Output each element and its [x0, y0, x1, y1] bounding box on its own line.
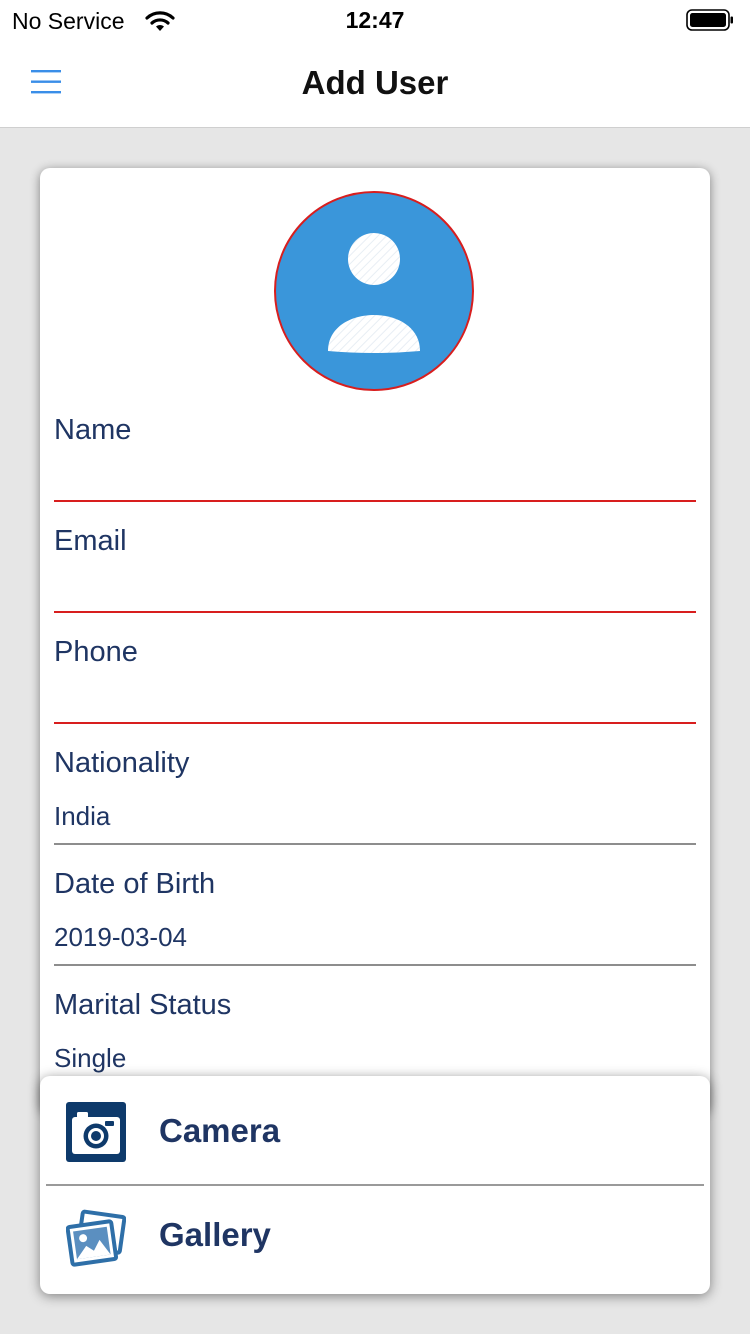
- status-bar: No Service 12:47: [0, 0, 750, 40]
- name-label: Name: [54, 414, 132, 446]
- marital-status-label: Marital Status: [54, 989, 232, 1021]
- marital-status-field[interactable]: Marital Status Single: [54, 989, 696, 1089]
- camera-icon: [66, 1102, 126, 1162]
- camera-label: Camera: [159, 1112, 281, 1149]
- nationality-field[interactable]: Nationality India: [54, 747, 696, 847]
- email-label: Email: [54, 525, 127, 557]
- date-of-birth-label: Date of Birth: [54, 868, 216, 900]
- phone-field: Phone: [54, 636, 696, 726]
- nav-bar: Add User: [0, 40, 750, 128]
- phone-label: Phone: [54, 636, 138, 668]
- gallery-option[interactable]: Gallery: [40, 1186, 710, 1294]
- nationality-value[interactable]: India: [54, 801, 110, 832]
- battery-icon: [686, 9, 733, 31]
- image-source-picker: Camera Gallery: [40, 1076, 710, 1294]
- nationality-label: Nationality: [54, 747, 190, 779]
- gallery-label: Gallery: [159, 1216, 271, 1253]
- email-underline: [54, 611, 696, 613]
- date-of-birth-underline: [54, 964, 696, 966]
- name-field: Name: [54, 414, 696, 504]
- phone-underline: [54, 722, 696, 724]
- email-field: Email: [54, 525, 696, 615]
- avatar-picker[interactable]: [274, 191, 474, 391]
- nationality-underline: [54, 843, 696, 845]
- camera-option[interactable]: Camera: [40, 1076, 710, 1184]
- date-of-birth-field[interactable]: Date of Birth 2019-03-04: [54, 868, 696, 968]
- marital-status-value[interactable]: Single: [54, 1043, 126, 1074]
- user-silhouette-icon: [328, 233, 420, 353]
- status-time: 12:47: [345, 7, 405, 33]
- add-user-form-card: Name Email Phone Nationality India Date …: [40, 168, 710, 1113]
- name-underline: [54, 500, 696, 502]
- name-input[interactable]: [54, 464, 696, 500]
- date-of-birth-value[interactable]: 2019-03-04: [54, 922, 187, 953]
- page-title: Add User: [301, 64, 449, 101]
- email-input[interactable]: [54, 575, 696, 611]
- phone-input[interactable]: [54, 686, 696, 722]
- gallery-icon: [66, 1209, 126, 1267]
